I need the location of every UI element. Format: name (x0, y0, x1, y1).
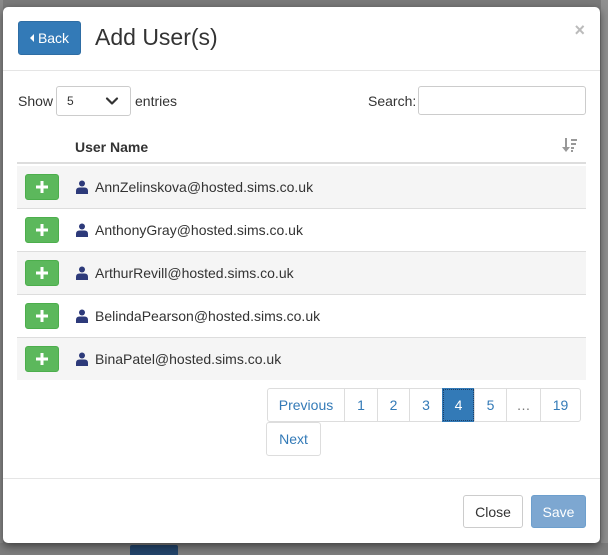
entries-per-page-select[interactable]: 5 (56, 86, 131, 116)
user-name-cell: BinaPatel@hosted.sims.co.uk (95, 351, 282, 367)
add-users-modal: Back Add User(s) × Show 5 entries Search… (3, 7, 600, 543)
search-label: Search: (368, 93, 417, 109)
show-label: Show (18, 93, 54, 109)
user-name-cell: AnthonyGray@hosted.sims.co.uk (95, 222, 303, 238)
user-icon (76, 352, 88, 366)
modal-title: Add User(s) (95, 24, 218, 50)
background-button-peek (130, 545, 178, 555)
back-button[interactable]: Back (18, 21, 81, 55)
user-icon (76, 309, 88, 323)
pagination-page-4-active[interactable]: 4 (442, 388, 475, 422)
table-row: BelindaPearson@hosted.sims.co.uk (17, 295, 586, 338)
add-user-button[interactable] (25, 346, 59, 372)
plus-icon (36, 353, 48, 365)
plus-icon (36, 181, 48, 193)
chevron-down-icon (105, 97, 119, 105)
entries-label: entries (135, 93, 178, 109)
entries-select-value: 5 (67, 94, 74, 108)
user-icon (76, 223, 88, 237)
plus-icon (36, 267, 48, 279)
user-icon (76, 180, 88, 194)
add-user-button[interactable] (25, 303, 59, 329)
pagination-page-3[interactable]: 3 (409, 388, 443, 422)
backdrop-bottom (0, 543, 608, 555)
pagination-next[interactable]: Next (266, 422, 321, 456)
column-header-user-name[interactable]: User Name (75, 139, 148, 155)
modal-footer: Close Save (3, 478, 600, 543)
pagination-page-5[interactable]: 5 (474, 388, 507, 422)
user-name-cell: BelindaPearson@hosted.sims.co.uk (95, 308, 321, 324)
pagination-page-19[interactable]: 19 (540, 388, 581, 422)
pagination-previous[interactable]: Previous (267, 388, 345, 422)
table-row: ArthurRevill@hosted.sims.co.uk (17, 252, 586, 295)
user-table-body: AnnZelinskova@hosted.sims.co.uk AnthonyG… (17, 166, 586, 380)
table-row: BinaPatel@hosted.sims.co.uk (17, 338, 586, 380)
table-header: User Name (17, 129, 586, 164)
search-input[interactable] (418, 86, 586, 115)
plus-icon (36, 310, 48, 322)
add-user-button[interactable] (25, 260, 59, 286)
user-icon (76, 266, 88, 280)
backdrop-right (601, 0, 608, 555)
back-button-label: Back (37, 30, 70, 46)
modal-header: Back Add User(s) × (3, 7, 600, 71)
pagination-ellipsis: … (506, 388, 541, 422)
add-user-button[interactable] (25, 174, 59, 200)
pagination-page-1[interactable]: 1 (344, 388, 378, 422)
caret-left-icon (29, 34, 34, 42)
user-name-cell: ArthurRevill@hosted.sims.co.uk (95, 265, 294, 281)
close-icon[interactable]: × (574, 21, 585, 39)
user-name-cell: AnnZelinskova@hosted.sims.co.uk (95, 179, 314, 195)
add-user-button[interactable] (25, 217, 59, 243)
plus-icon (36, 224, 48, 236)
pagination-page-2[interactable]: 2 (377, 388, 410, 422)
sort-descending-icon[interactable] (562, 137, 578, 153)
table-row: AnnZelinskova@hosted.sims.co.uk (17, 166, 586, 209)
table-row: AnthonyGray@hosted.sims.co.uk (17, 209, 586, 252)
close-button[interactable]: Close (463, 495, 523, 528)
save-button[interactable]: Save (531, 495, 586, 528)
pagination: Previous 1 2 3 4 5 … 19 (267, 388, 581, 422)
